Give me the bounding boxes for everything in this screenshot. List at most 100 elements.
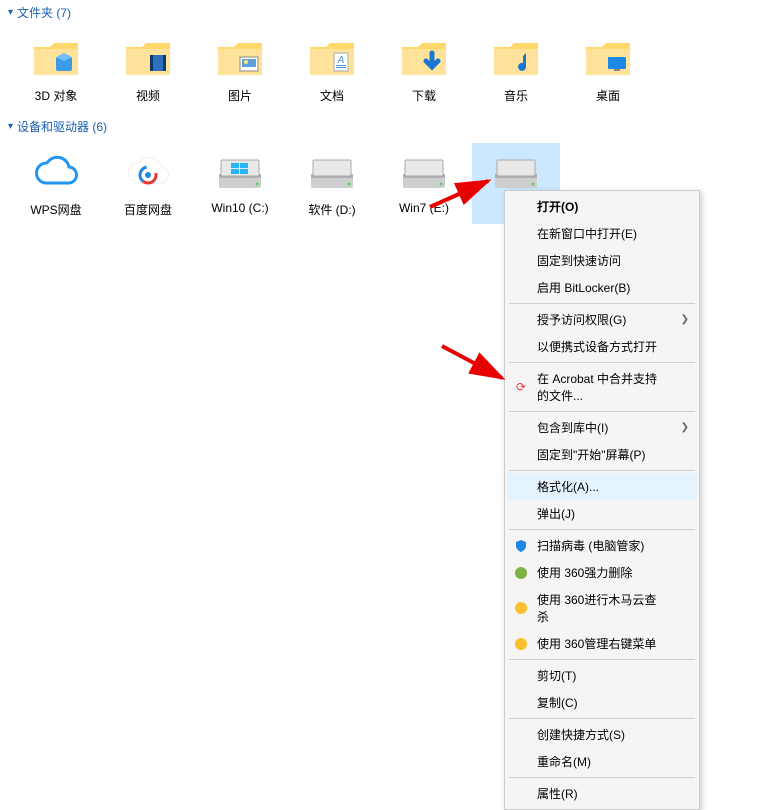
chevron-right-icon: ❯ xyxy=(681,422,689,433)
menu-item-label: 在新窗口中打开(E) xyxy=(537,225,637,242)
item-label: WPS网盘 xyxy=(30,201,81,218)
section-title-drives: 设备和驱动器 (6) xyxy=(17,118,107,135)
folder-icon xyxy=(28,35,84,83)
menu-item[interactable]: 固定到"开始"屏幕(P) xyxy=(507,441,697,468)
menu-item[interactable]: 启用 BitLocker(B) xyxy=(507,274,697,301)
360-icon xyxy=(513,565,529,581)
folder-icon xyxy=(120,35,176,83)
item-label: 桌面 xyxy=(596,87,620,104)
item-label: Win10 (C:) xyxy=(211,201,268,215)
menu-item[interactable]: 授予访问权限(G) ❯ xyxy=(507,306,697,333)
context-menu: 打开(O) 在新窗口中打开(E) 固定到快速访问启用 BitLocker(B) 授予访… xyxy=(504,190,700,810)
menu-separator xyxy=(509,529,695,530)
menu-item[interactable]: 扫描病毒 (电脑管家) xyxy=(507,532,697,559)
folder-item[interactable]: 桌面 xyxy=(564,29,652,110)
menu-item-label: 属性(R) xyxy=(537,785,578,802)
menu-item-label: 剪切(T) xyxy=(537,667,576,684)
menu-item-label: 格式化(A)... xyxy=(537,478,599,495)
drive-icon xyxy=(28,149,84,197)
menu-item[interactable]: 打开(O) xyxy=(507,193,697,220)
acrobat-icon: ⟳ xyxy=(513,379,529,395)
section-title-folders: 文件夹 (7) xyxy=(17,4,71,21)
menu-item-label: 使用 360强力删除 xyxy=(537,564,632,581)
drive-item[interactable]: 软件 (D:) xyxy=(288,143,376,224)
menu-item-label: 复制(C) xyxy=(537,694,578,711)
menu-item[interactable]: 格式化(A)... xyxy=(507,473,697,500)
folder-item[interactable]: 音乐 xyxy=(472,29,560,110)
folder-icon xyxy=(580,35,636,83)
menu-item-label: 重命名(M) xyxy=(537,753,591,770)
item-label: 文档 xyxy=(320,87,344,104)
menu-item[interactable]: 包含到库中(I) ❯ xyxy=(507,414,697,441)
menu-item-label: 包含到库中(I) xyxy=(537,419,608,436)
menu-separator xyxy=(509,470,695,471)
menu-item[interactable]: 在新窗口中打开(E) xyxy=(507,220,697,247)
drive-item[interactable]: 百度网盘 xyxy=(104,143,192,224)
menu-item[interactable]: 以便携式设备方式打开 xyxy=(507,333,697,360)
drive-icon xyxy=(304,149,360,197)
menu-item[interactable]: ⟳ 在 Acrobat 中合并支持的文件... xyxy=(507,365,697,409)
menu-item[interactable]: 固定到快速访问 xyxy=(507,247,697,274)
360-icon xyxy=(513,636,529,652)
section-header-drives[interactable]: ▾ 设备和驱动器 (6) xyxy=(0,114,775,139)
menu-item-label: 扫描病毒 (电脑管家) xyxy=(537,537,644,554)
menu-item-label: 固定到"开始"屏幕(P) xyxy=(537,446,646,463)
menu-item[interactable]: 使用 360强力删除 xyxy=(507,559,697,586)
svg-text:A: A xyxy=(337,55,345,66)
shield-icon xyxy=(513,538,529,554)
folder-icon xyxy=(488,35,544,83)
menu-item-label: 授予访问权限(G) xyxy=(537,311,626,328)
item-label: 视频 xyxy=(136,87,160,104)
menu-item[interactable]: 使用 360进行木马云查杀 xyxy=(507,586,697,630)
chevron-down-icon: ▾ xyxy=(8,121,13,132)
chevron-down-icon: ▾ xyxy=(8,7,13,18)
folder-icon xyxy=(212,35,268,83)
drive-icon xyxy=(212,149,268,197)
menu-separator xyxy=(509,303,695,304)
menu-separator xyxy=(509,718,695,719)
menu-item-label: 以便携式设备方式打开 xyxy=(537,338,657,355)
drive-item[interactable]: Win7 (E:) xyxy=(380,143,468,224)
item-label: 3D 对象 xyxy=(35,87,78,104)
menu-separator xyxy=(509,777,695,778)
item-label: 图片 xyxy=(228,87,252,104)
menu-item[interactable]: 剪切(T) xyxy=(507,662,697,689)
item-label: Win7 (E:) xyxy=(399,201,449,215)
section-header-folders[interactable]: ▾ 文件夹 (7) xyxy=(0,0,775,25)
drive-item[interactable]: WPS网盘 xyxy=(12,143,100,224)
drive-icon xyxy=(396,149,452,197)
menu-separator xyxy=(509,411,695,412)
menu-item[interactable]: 创建快捷方式(S) xyxy=(507,721,697,748)
folders-row: 3D 对象 视频 图片 A 文档 下载 音乐 桌面 xyxy=(0,25,775,114)
360-icon xyxy=(513,600,529,616)
menu-item-label: 使用 360管理右键菜单 xyxy=(537,635,656,652)
menu-item-label: 弹出(J) xyxy=(537,505,575,522)
menu-item[interactable]: 复制(C) xyxy=(507,689,697,716)
drive-icon xyxy=(120,149,176,197)
menu-item[interactable]: 使用 360管理右键菜单 xyxy=(507,630,697,657)
folder-icon: A xyxy=(304,35,360,83)
drive-item[interactable]: Win10 (C:) xyxy=(196,143,284,224)
folder-item[interactable]: 图片 xyxy=(196,29,284,110)
menu-item[interactable]: 弹出(J) xyxy=(507,500,697,527)
annotation-arrow-2 xyxy=(440,344,512,388)
folder-item[interactable]: A 文档 xyxy=(288,29,376,110)
menu-item-label: 使用 360进行木马云查杀 xyxy=(537,591,667,625)
chevron-right-icon: ❯ xyxy=(681,314,689,325)
folder-item[interactable]: 下载 xyxy=(380,29,468,110)
menu-separator xyxy=(509,362,695,363)
folder-item[interactable]: 3D 对象 xyxy=(12,29,100,110)
menu-separator xyxy=(509,659,695,660)
menu-item-label: 启用 BitLocker(B) xyxy=(537,279,630,296)
menu-item[interactable]: 重命名(M) xyxy=(507,748,697,775)
menu-item-label: 创建快捷方式(S) xyxy=(537,726,625,743)
menu-item[interactable]: 属性(R) xyxy=(507,780,697,807)
item-label: 音乐 xyxy=(504,87,528,104)
item-label: 软件 (D:) xyxy=(308,201,355,218)
folder-icon xyxy=(396,35,452,83)
menu-item-label: 在 Acrobat 中合并支持的文件... xyxy=(537,370,667,404)
item-label: 下载 xyxy=(412,87,436,104)
item-label: 百度网盘 xyxy=(124,201,172,218)
menu-item-label: 打开(O) xyxy=(537,198,578,215)
folder-item[interactable]: 视频 xyxy=(104,29,192,110)
